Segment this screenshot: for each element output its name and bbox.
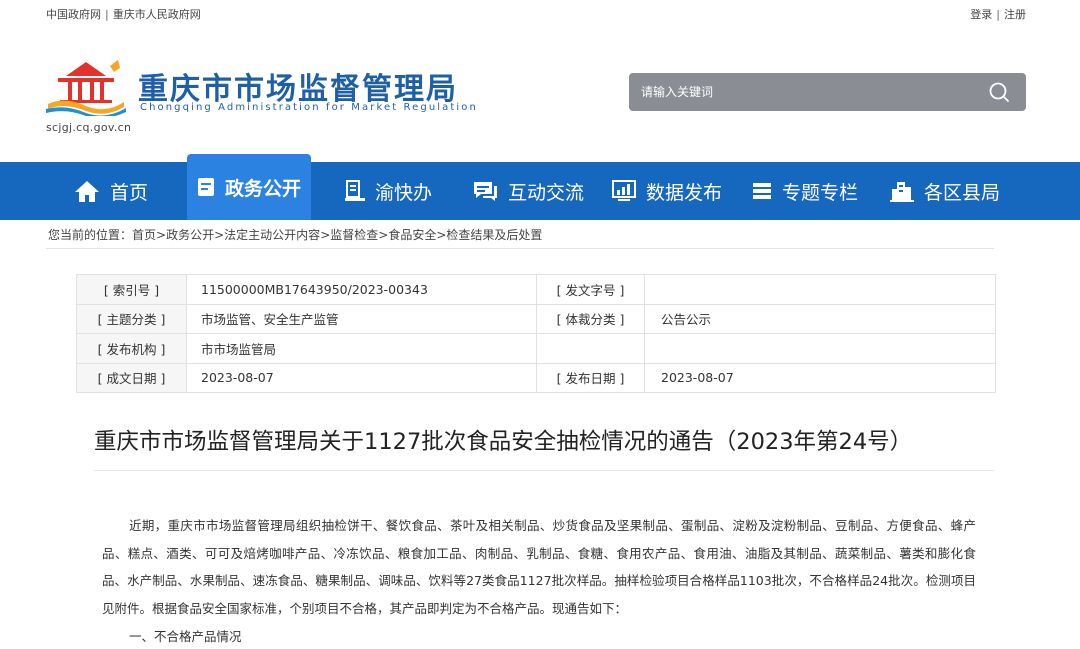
nav-item-interaction[interactable]: 互动交流 [472, 162, 584, 220]
login-link[interactable]: 登录 [970, 8, 992, 21]
table-row: [ 索引号 ] 11500000MB17643950/2023-00343 [ … [76, 274, 996, 305]
top-links: 中国政府网 | 重庆市人民政府网 [46, 6, 201, 22]
nav-item-special-topics[interactable]: 专题专栏 [752, 162, 858, 220]
nav-label: 数据发布 [646, 181, 723, 204]
topic-label: [ 主题分类 ] [76, 303, 187, 334]
article-title: 重庆市市场监督管理局关于1127批次食品安全抽检情况的通告（2023年第24号） [94, 429, 913, 455]
doc-no-label: [ 发文字号 ] [536, 274, 645, 305]
breadcrumb: 您当前的位置：首页>政务公开>法定主动公开内容>监督检查>食品安全>检查结果及后… [48, 226, 542, 243]
gov-cn-link[interactable]: 中国政府网 [46, 8, 101, 21]
nav-item-yukuaiban[interactable]: 渝快办 [345, 162, 432, 220]
badge-icon [345, 180, 365, 201]
nav-item-gov-affairs[interactable]: 政务公开 [187, 154, 312, 220]
doc-no-value [644, 274, 996, 305]
section-heading: 一、不合格产品情况 [129, 629, 242, 644]
site-domain: scjgj.cq.gov.cn [46, 121, 132, 134]
nav-label: 各区县局 [924, 181, 1001, 204]
breadcrumb-item[interactable]: 监督检查 [330, 228, 378, 242]
top-strip: 中国政府网 | 重庆市人民政府网 登录 | 注册 [0, 0, 1080, 26]
article-body: 近期，重庆市市场监督管理局组织抽检饼干、餐饮食品、茶叶及相关制品、炒货食品及坚果… [102, 518, 976, 616]
main-nav: 首页 政务公开 渝快办 互动交流 数据发布 专题专栏 各区县局 [0, 154, 1080, 220]
register-link[interactable]: 注册 [1004, 8, 1026, 21]
site-subtitle: Chongqing Administration for Market Regu… [140, 102, 478, 113]
breadcrumb-separator: > [156, 228, 167, 242]
table-row: [ 主题分类 ] 市场监管、安全生产监管 [ 体裁分类 ] 公告公示 [76, 303, 996, 334]
genre-value: 公告公示 [644, 303, 996, 334]
breadcrumb-item[interactable]: 食品安全 [388, 228, 436, 242]
topic-value: 市场监管、安全生产监管 [186, 303, 537, 334]
nav-label: 互动交流 [508, 181, 585, 204]
search-input[interactable] [641, 82, 971, 102]
building-icon [890, 182, 914, 202]
divider: | [105, 8, 109, 21]
document-info-table: [ 索引号 ] 11500000MB17643950/2023-00343 [ … [76, 274, 996, 393]
account-links: 登录 | 注册 [970, 6, 1026, 22]
breadcrumb-item[interactable]: 首页 [132, 228, 156, 242]
breadcrumb-separator: > [378, 228, 389, 242]
index-no-label: [ 索引号 ] [76, 274, 187, 305]
written-date-value: 2023-08-07 [186, 362, 537, 393]
empty-cell [644, 333, 996, 364]
table-row: [ 发布机构 ] 市市场监管局 [76, 333, 996, 364]
nav-item-districts[interactable]: 各区县局 [890, 162, 1000, 220]
index-no-value: 11500000MB17643950/2023-00343 [186, 274, 537, 305]
search-icon[interactable] [988, 81, 1010, 103]
published-date-label: [ 发布日期 ] [536, 362, 645, 393]
breadcrumb-separator: > [214, 228, 225, 242]
written-date-label: [ 成文日期 ] [76, 362, 187, 393]
breadcrumb-item[interactable]: 检查结果及后处置 [446, 228, 542, 242]
document-icon [198, 178, 214, 196]
breadcrumb-item[interactable]: 政务公开 [166, 228, 214, 242]
genre-label: [ 体裁分类 ] [536, 303, 645, 334]
breadcrumb-separator: > [320, 228, 331, 242]
publisher-label: [ 发布机构 ] [76, 333, 187, 364]
nav-item-home[interactable]: 首页 [74, 162, 148, 220]
published-date-value: 2023-08-07 [644, 362, 996, 393]
city-emblem-icon[interactable] [44, 56, 128, 119]
nav-label: 专题专栏 [782, 181, 859, 204]
chart-icon [612, 180, 636, 201]
home-icon [75, 181, 99, 202]
breadcrumb-prefix: 您当前的位置： [48, 228, 133, 242]
search-box [629, 73, 1026, 111]
cq-gov-link[interactable]: 重庆市人民政府网 [113, 8, 201, 21]
divider [46, 248, 994, 249]
divider: | [996, 8, 1000, 21]
list-icon [753, 183, 771, 199]
publisher-value: 市市场监管局 [186, 333, 537, 364]
table-row: [ 成文日期 ] 2023-08-07 [ 发布日期 ] 2023-08-07 [76, 362, 996, 393]
nav-label: 首页 [110, 181, 149, 204]
breadcrumb-item[interactable]: 法定主动公开内容 [224, 228, 320, 242]
empty-cell [536, 333, 645, 364]
nav-label: 政务公开 [225, 177, 302, 200]
breadcrumb-separator: > [436, 228, 447, 242]
chat-icon [474, 182, 497, 201]
nav-label: 渝快办 [375, 181, 433, 204]
divider [94, 470, 994, 471]
nav-item-data-release[interactable]: 数据发布 [612, 162, 722, 220]
